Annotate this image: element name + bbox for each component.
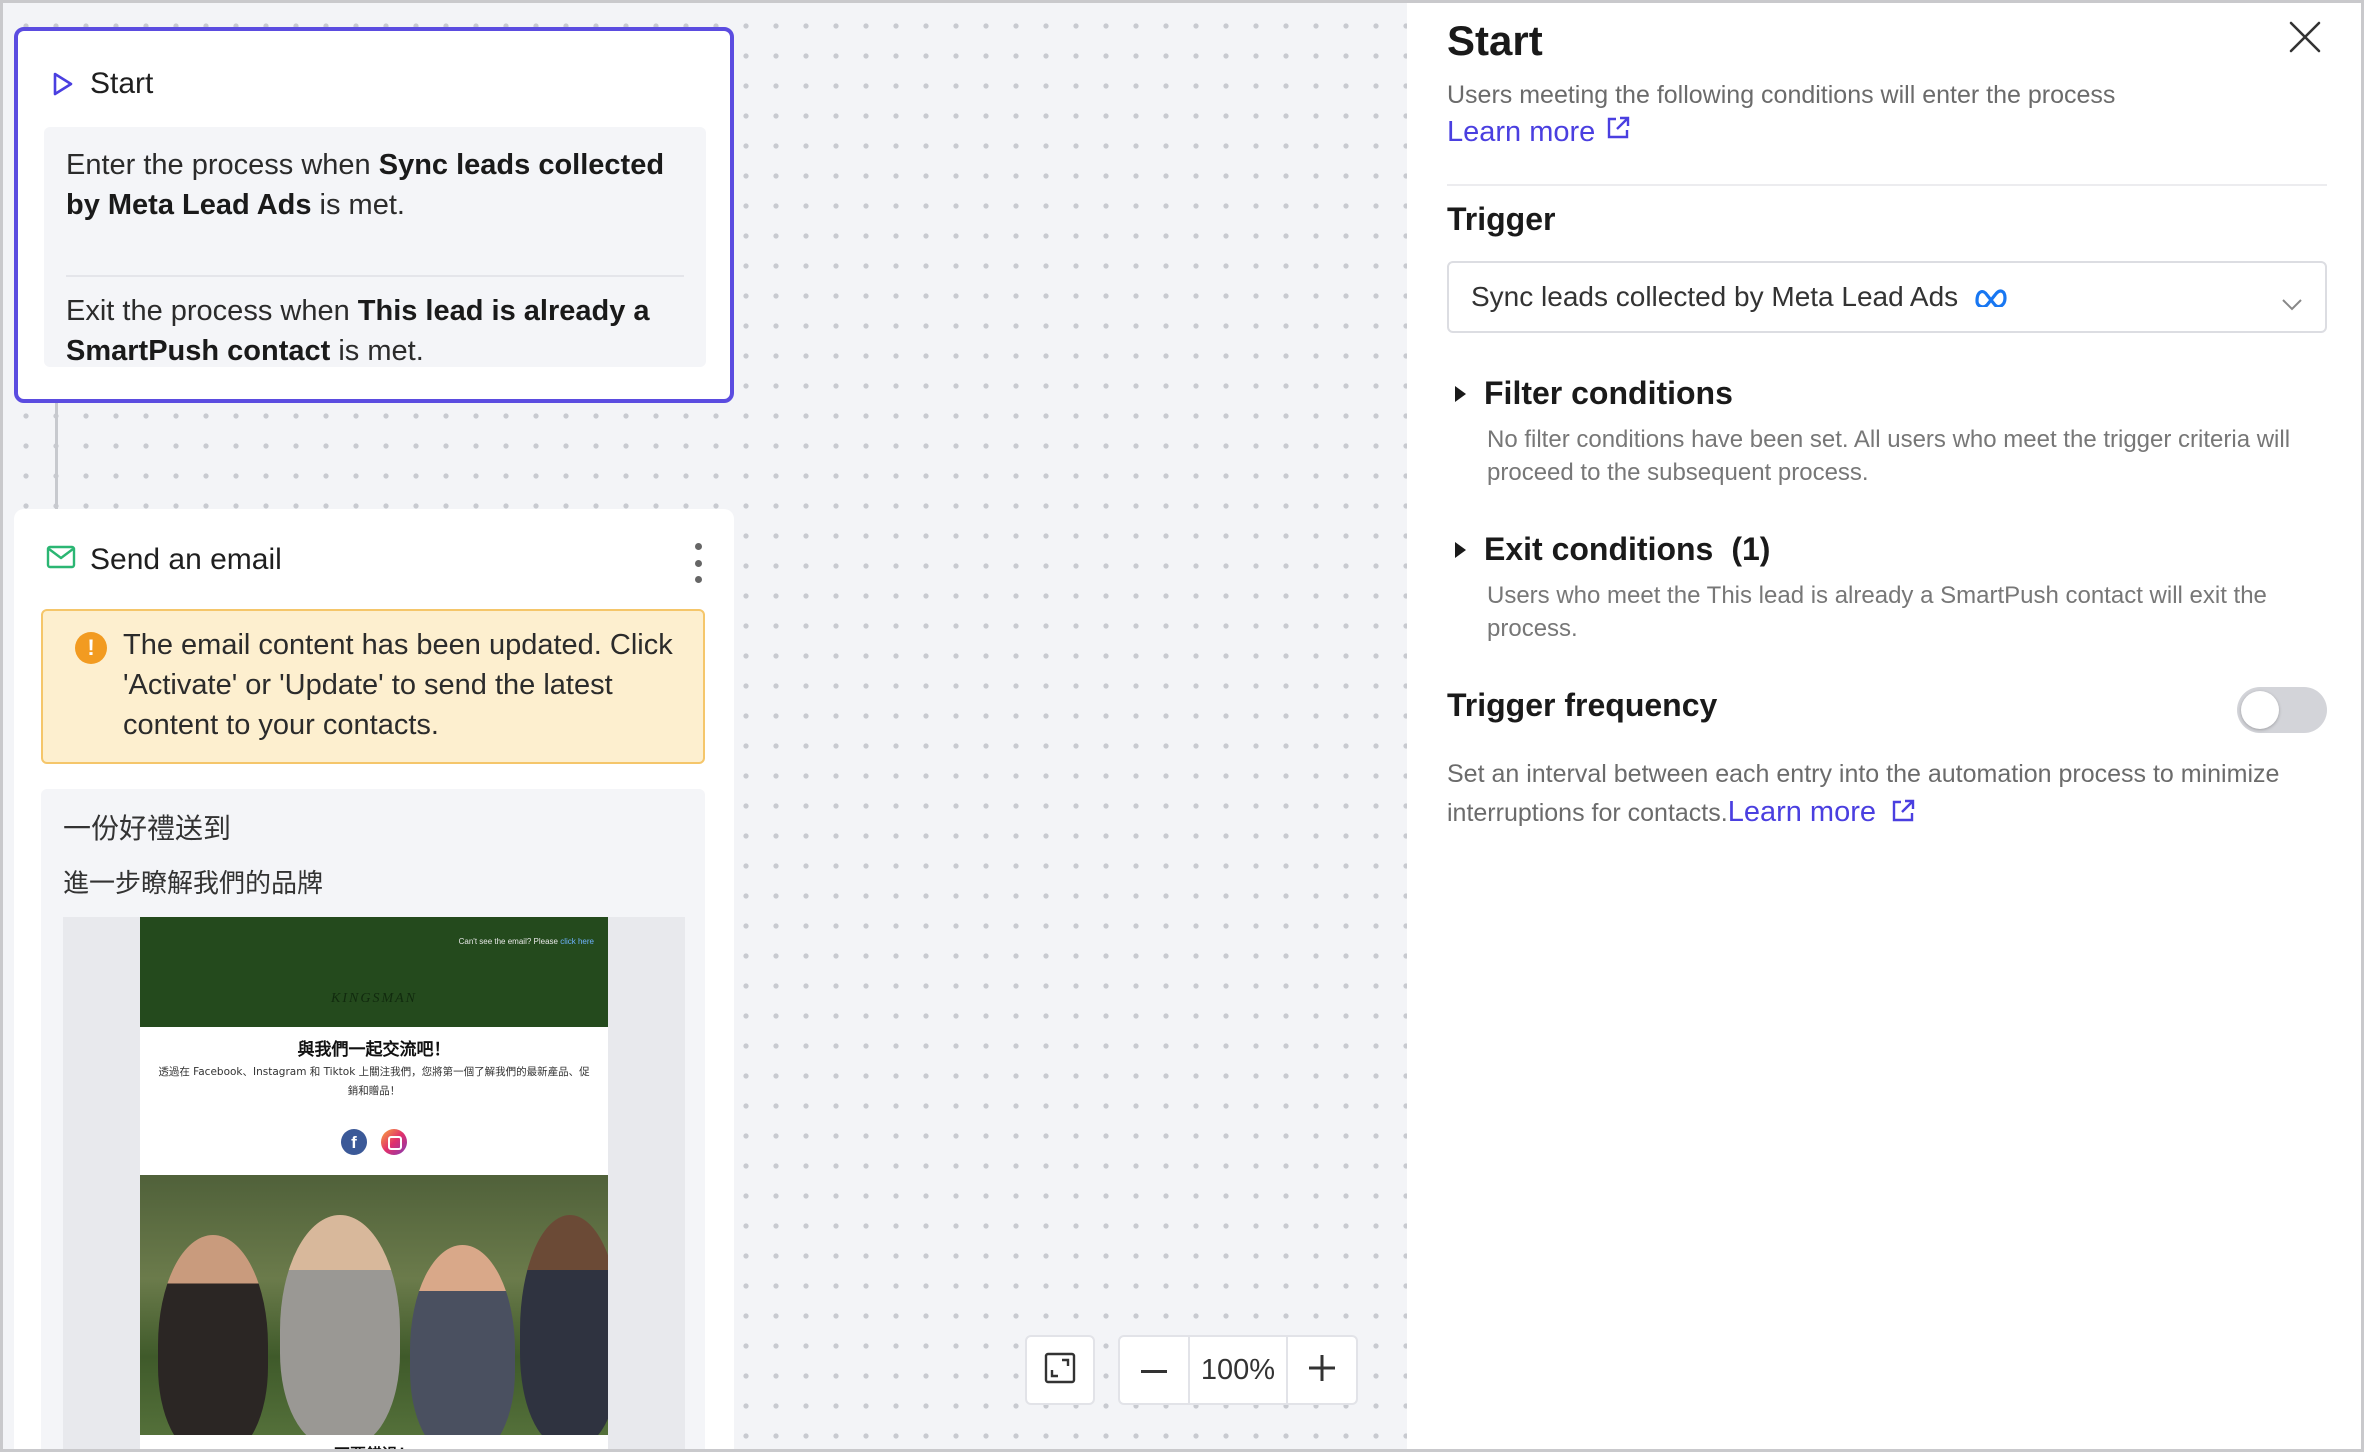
email-node-header: Send an email: [46, 543, 282, 577]
caret-right-icon: [1455, 541, 1466, 558]
facebook-icon: f: [341, 1129, 367, 1155]
play-icon: [52, 72, 74, 96]
zoom-out-button[interactable]: [1120, 1337, 1188, 1403]
panel-title: Start: [1447, 17, 1543, 64]
social-icons: f: [140, 1129, 608, 1155]
filter-conditions-description: No filter conditions have been set. All …: [1487, 426, 2291, 486]
exit-condition: Exit the process when This lead is alrea…: [66, 295, 650, 367]
email-node-title: Send an email: [90, 543, 282, 576]
alert-text: The email content has been updated. Clic…: [123, 629, 673, 741]
thumbnail-body: 透過在 Facebook、Instagram 和 Tiktok 上關注我們，您將…: [158, 1066, 590, 1097]
more-options-icon[interactable]: [692, 543, 704, 583]
workflow-canvas[interactable]: Start Enter the process when Sync leads …: [3, 3, 1407, 1449]
trigger-heading: Trigger: [1447, 201, 1556, 237]
external-link-icon: [1892, 799, 1915, 822]
email-preheader: 進一步瞭解我們的品牌: [63, 869, 324, 899]
thumbnail-footer-heading: 不要錯過！: [140, 1441, 608, 1449]
minus-icon: [1141, 1361, 1167, 1379]
trigger-select[interactable]: Sync leads collected by Meta Lead Ads: [1447, 261, 2327, 333]
trigger-frequency-switch[interactable]: [2237, 687, 2327, 733]
caret-right-icon: [1455, 385, 1466, 402]
zoom-in-button[interactable]: [1288, 1337, 1356, 1403]
exit-conditions-count: (1): [1731, 531, 1771, 567]
switch-knob: [2241, 691, 2279, 729]
frequency-learn-more-link[interactable]: Learn more: [1728, 796, 1916, 828]
warning-icon: !: [75, 632, 107, 664]
exit-conditions-title: Exit conditions: [1484, 531, 1714, 567]
start-conditions: Enter the process when Sync leads collec…: [44, 127, 706, 367]
divider: [1447, 184, 2327, 186]
friends-photo: [140, 1175, 608, 1435]
app-window: Start Enter the process when Sync leads …: [0, 0, 2364, 1452]
close-icon[interactable]: [2285, 17, 2325, 57]
zoom-level: 100%: [1188, 1337, 1288, 1403]
email-thumbnail-frame: Can't see the email? Please click here K…: [63, 917, 685, 1449]
instagram-icon: [381, 1129, 407, 1155]
divider: [66, 275, 684, 277]
start-node-header: Start: [52, 67, 153, 101]
thumbnail-view-online: Can't see the email? Please click here: [458, 937, 594, 946]
send-email-node[interactable]: Send an email ! The email content has be…: [14, 509, 734, 1449]
thumbnail-heading: 與我們一起交流吧！: [297, 1040, 451, 1060]
email-thumbnail: Can't see the email? Please click here K…: [140, 917, 608, 1449]
exit-conditions-description: Users who meet the This lead is already …: [1487, 582, 2267, 642]
exit-conditions-toggle[interactable]: Exit conditions (1): [1447, 531, 1770, 568]
learn-more-link[interactable]: Learn more: [1447, 115, 1631, 149]
filter-conditions-toggle[interactable]: Filter conditions: [1447, 375, 1733, 412]
enter-condition: Enter the process when Sync leads collec…: [66, 149, 665, 221]
trigger-selected-value: Sync leads collected by Meta Lead Ads: [1471, 281, 1959, 312]
trigger-frequency-description: Set an interval between each entry into …: [1447, 760, 2280, 828]
chevron-down-icon: [2281, 287, 2303, 319]
brand-logo: KINGSMAN: [331, 991, 417, 1006]
start-node-title: Start: [90, 67, 154, 100]
trigger-frequency-heading: Trigger frequency: [1447, 687, 1718, 723]
start-node[interactable]: Start Enter the process when Sync leads …: [14, 27, 734, 403]
panel-description: Users meeting the following conditions w…: [1447, 81, 2116, 109]
external-link-icon: [1605, 115, 1631, 149]
meta-logo-icon: [1974, 287, 2008, 307]
content-updated-alert: ! The email content has been updated. Cl…: [41, 609, 705, 764]
plus-icon: [1309, 1354, 1335, 1386]
thumbnail-header: Can't see the email? Please click here K…: [140, 917, 608, 1027]
fit-screen-icon: [1043, 1351, 1077, 1390]
fit-to-screen-button[interactable]: [1025, 1335, 1095, 1405]
start-settings-panel: Start Users meeting the following condit…: [1407, 3, 2361, 1449]
email-subject: 一份好禮送到: [63, 812, 232, 845]
zoom-controls: 100%: [1118, 1335, 1358, 1405]
filter-conditions-title: Filter conditions: [1484, 375, 1733, 411]
mail-icon: [46, 543, 76, 577]
email-preview[interactable]: 一份好禮送到 進一步瞭解我們的品牌 Can't see the email? P…: [41, 789, 705, 1449]
node-connector: [55, 403, 58, 509]
